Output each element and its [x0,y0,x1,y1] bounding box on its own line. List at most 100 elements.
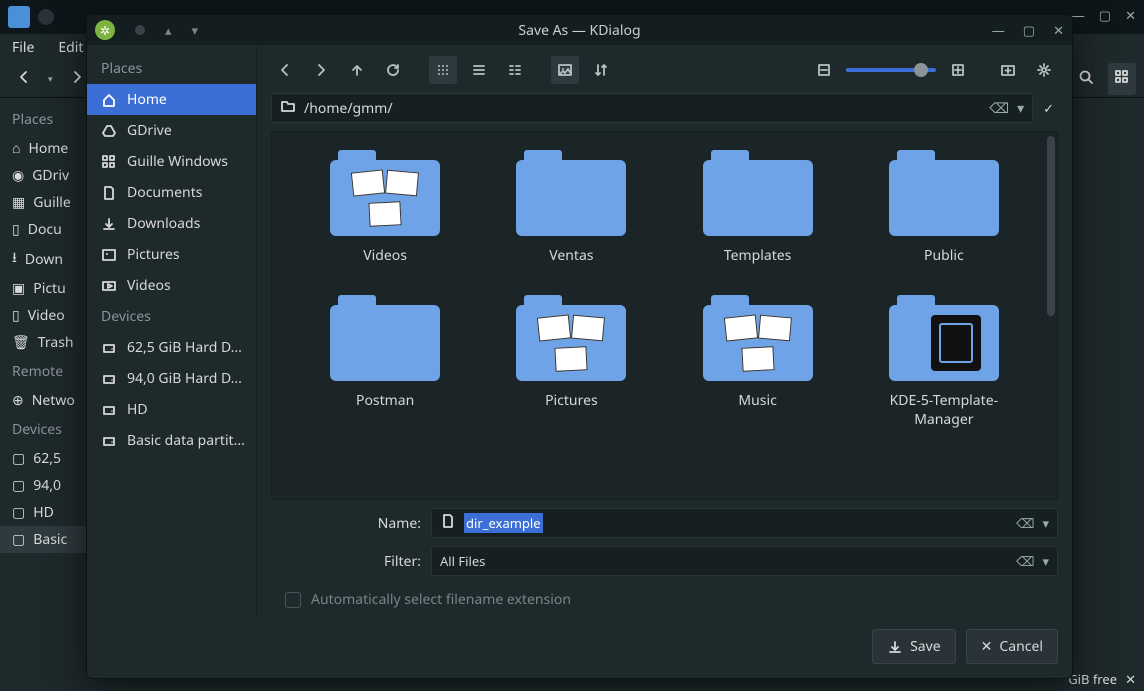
back-icon[interactable] [8,65,40,93]
minimize-icon[interactable]: — [992,21,1005,39]
auto-extension-row[interactable]: Automatically select filename extension [271,590,1058,609]
close-icon[interactable]: ✕ [1125,6,1136,24]
back-button[interactable] [271,56,299,84]
folder-label: Templates [724,246,792,265]
up-button[interactable] [343,56,371,84]
doc-icon [101,185,117,201]
filter-field[interactable]: All Files ⌫ ▾ [431,546,1058,576]
folder-label: Music [738,391,776,410]
scrollbar[interactable] [1047,136,1055,316]
bg-sidebar-item[interactable]: ▢62,5 [0,445,95,472]
sidebar-item-gdrive[interactable]: GDrive [87,115,256,146]
sidebar-item-label: Pictures [127,245,180,264]
menu-edit[interactable]: Edit [58,38,83,57]
sidebar-item-device[interactable]: 94,0 GiB Hard D... [87,363,256,394]
bg-sidebar-item[interactable]: ⭳Down [0,243,95,275]
path-input[interactable]: /home/gmm/ ⌫ ▾ [271,93,1033,123]
view-icons-button[interactable] [429,56,457,84]
folder-postman[interactable]: Postman [302,295,468,429]
sidebar-item-documents[interactable]: Documents [87,177,256,208]
chevron-down-icon[interactable]: ▾ [192,21,199,39]
sidebar-item-home[interactable]: Home [87,84,256,115]
folder-icon [703,150,813,236]
video-icon [101,278,117,294]
grid-icon [101,154,117,170]
clear-icon[interactable]: ⌫ [989,99,1009,118]
bg-sidebar-item[interactable]: ▢HD [0,499,95,526]
close-status-icon[interactable]: ✕ [1125,670,1136,688]
chevron-down-icon[interactable]: ▾ [1042,514,1049,532]
maximize-icon[interactable]: ▢ [1023,21,1035,39]
minimize-icon[interactable]: — [1072,6,1085,24]
file-grid[interactable]: VideosVentas Templates Public PostmanPictur… [271,131,1058,500]
folder-icon [280,98,296,119]
view-list-button[interactable] [465,56,493,84]
view-tree-button[interactable] [501,56,529,84]
dialog-titlebar[interactable]: ✲ ▴ ▾ Save As — KDialog — ▢ ✕ [87,15,1072,45]
bg-sidebar-item[interactable]: ▯Video [0,302,95,329]
folder-templates[interactable]: Templates [675,150,841,265]
bg-sidebar-item[interactable]: ◉GDriv [0,162,95,189]
search-icon[interactable] [1072,63,1100,95]
bg-sidebar-item[interactable]: ▢Basic [0,526,95,553]
folder-label: Public [924,246,964,265]
folder-pictures[interactable]: Pictures [488,295,654,429]
folder-videos[interactable]: Videos [302,150,468,265]
sidebar-item-guille-windows[interactable]: Guille Windows [87,146,256,177]
clear-icon[interactable]: ⌫ [1016,552,1034,570]
sidebar-item-device[interactable]: 62,5 GiB Hard D... [87,332,256,363]
name-row: Name: dir_example ⌫ ▾ [271,508,1058,538]
folder-ventas[interactable]: Ventas [488,150,654,265]
auto-extension-label: Automatically select filename extension [311,590,571,609]
sidebar-item-device[interactable]: Basic data partit... [87,425,256,456]
clear-icon[interactable]: ⌫ [1016,514,1034,532]
bg-places-header: Places [0,104,95,135]
app-badge-icon: ✲ [95,20,115,40]
chevron-down-icon[interactable]: ▾ [48,72,53,85]
filter-label: Filter: [271,552,421,571]
folder-icon [516,150,626,236]
bg-sidebar-item[interactable]: ▯Docu [0,216,95,243]
name-field[interactable]: dir_example ⌫ ▾ [431,508,1058,538]
sidebar-item-label: Downloads [127,214,200,233]
folder-icon [516,295,626,381]
bg-sidebar-item[interactable]: ▢94,0 [0,472,95,499]
folder-kde-5-template-manager[interactable]: KDE-5-Template-Manager [861,295,1027,429]
sidebar-item-label: HD [127,400,148,419]
sidebar-item-videos[interactable]: Videos [87,270,256,301]
folder-music[interactable]: Music [675,295,841,429]
zoom-in-button[interactable] [944,56,972,84]
preview-button[interactable] [551,56,579,84]
sort-button[interactable] [587,56,615,84]
chevron-down-icon[interactable]: ▾ [1042,552,1049,570]
save-button[interactable]: Save [872,629,956,664]
accept-path-icon[interactable]: ✓ [1039,99,1058,117]
chevron-down-icon[interactable]: ▾ [1017,99,1024,118]
close-icon[interactable]: ✕ [1053,21,1064,39]
cancel-button[interactable]: ✕ Cancel [966,629,1058,664]
chevron-up-icon[interactable]: ▴ [165,21,172,39]
bg-sidebar-item[interactable]: ▦Guille [0,189,95,216]
checkbox[interactable] [285,592,301,608]
bg-sidebar-item[interactable]: ▣Pictu [0,275,95,302]
new-folder-button[interactable] [994,56,1022,84]
zoom-out-button[interactable] [810,56,838,84]
bg-sidebar-item[interactable]: ⌂Home [0,135,95,162]
zoom-slider[interactable] [846,68,936,72]
reload-button[interactable] [379,56,407,84]
image-icon [101,247,117,263]
sidebar-item-downloads[interactable]: Downloads [87,208,256,239]
maximize-icon[interactable]: ▢ [1099,6,1111,24]
bg-sidebar-item[interactable]: ⊕Netwo [0,387,95,414]
save-label: Save [910,637,941,656]
bg-sidebar-item[interactable]: 🗑Trash [0,329,95,356]
menu-file[interactable]: File [12,38,34,57]
forward-button[interactable] [307,56,335,84]
settings-button[interactable] [1030,56,1058,84]
sidebar-item-label: Home [127,90,167,109]
sidebar-item-device[interactable]: HD [87,394,256,425]
sidebar-item-pictures[interactable]: Pictures [87,239,256,270]
dialog-main: /home/gmm/ ⌫ ▾ ✓ VideosVentas Templates Pu… [257,45,1072,619]
folder-public[interactable]: Public [861,150,1027,265]
view-icons-button[interactable] [1108,63,1136,95]
